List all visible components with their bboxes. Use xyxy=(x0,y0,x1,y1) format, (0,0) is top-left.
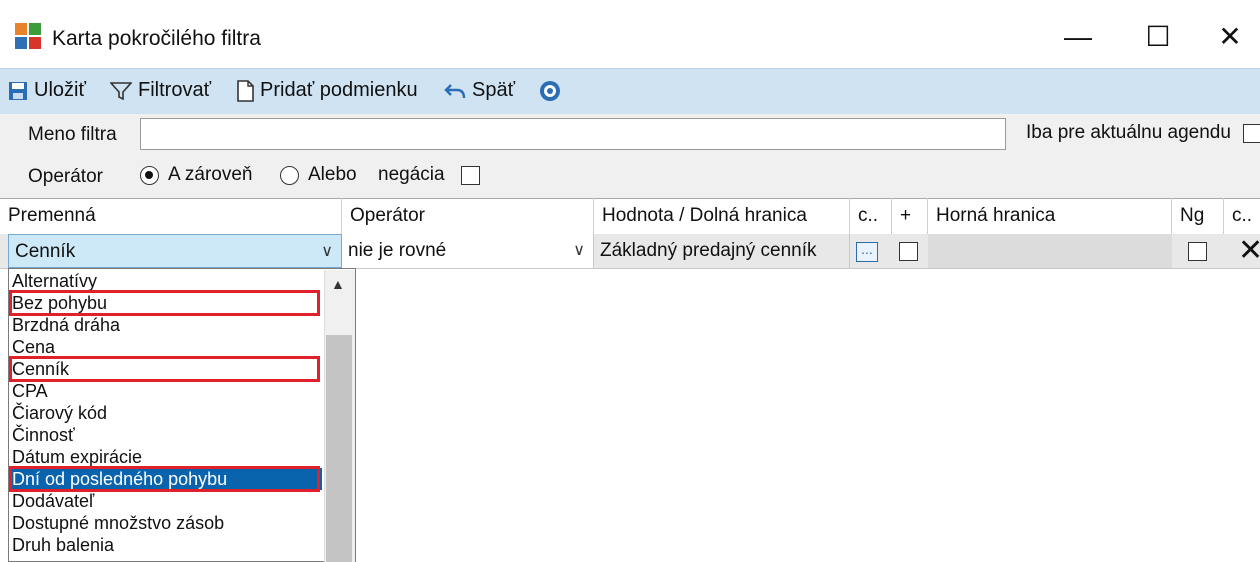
plus-checkbox[interactable] xyxy=(899,242,918,261)
scrollbar-thumb[interactable] xyxy=(326,335,352,562)
maximize-button[interactable]: ☐ xyxy=(1128,14,1188,60)
variable-value: Cenník xyxy=(15,241,76,262)
save-label: Uložiť xyxy=(34,79,86,101)
operator-label: Operátor xyxy=(28,166,103,187)
col-value[interactable]: Hodnota / Dolná hranica xyxy=(594,198,850,234)
list-item[interactable]: Brzdná dráha xyxy=(10,314,322,336)
operator-value: nie je rovné xyxy=(348,240,447,261)
upper-bound-cell[interactable] xyxy=(928,234,1172,268)
operator-combo[interactable]: nie je rovné ∨ xyxy=(342,234,594,268)
window-title: Karta pokročilého filtra xyxy=(52,27,261,50)
value-text: Základný predajný cenník xyxy=(600,240,817,261)
col-c1[interactable]: c.. xyxy=(850,198,892,234)
list-item[interactable]: Cena xyxy=(10,336,322,358)
variable-combo[interactable]: Cenník ∨ xyxy=(8,234,342,268)
save-button[interactable]: Uložiť xyxy=(8,79,86,102)
radio-and[interactable] xyxy=(140,166,159,185)
document-icon xyxy=(237,79,254,102)
list-item[interactable]: Dodávateľ xyxy=(10,490,322,512)
radio-and-label: A zároveň xyxy=(168,164,253,185)
chevron-down-icon[interactable]: ∨ xyxy=(573,234,585,268)
add-condition-button[interactable]: Pridať podmienku xyxy=(236,79,418,102)
filter-icon xyxy=(110,81,132,100)
value-cell[interactable]: Základný predajný cenník xyxy=(594,234,850,268)
list-item[interactable]: Alternatívy xyxy=(10,270,322,292)
close-icon: ✕ xyxy=(1218,21,1242,52)
list-item[interactable]: CPA xyxy=(10,380,322,402)
negation-label: negácia xyxy=(378,164,445,185)
ng-checkbox[interactable] xyxy=(1188,242,1207,261)
close-button[interactable]: ✕ xyxy=(1200,14,1260,60)
list-item[interactable]: Dostupné množstvo zásob xyxy=(10,512,322,534)
add-condition-label: Pridať podmienku xyxy=(260,79,418,101)
back-button[interactable]: Späť xyxy=(444,79,515,102)
app-icon xyxy=(14,22,42,50)
list-item[interactable]: Druh balenia xyxy=(10,534,322,556)
current-agenda-label: Iba pre aktuálnu agendu xyxy=(1026,122,1231,143)
col-variable[interactable]: Premenná xyxy=(0,198,342,234)
maximize-icon: ☐ xyxy=(1145,21,1171,52)
highlight-bez-pohybu xyxy=(9,290,320,316)
save-icon xyxy=(9,81,27,100)
list-item[interactable]: Činnosť xyxy=(10,424,322,446)
col-c2[interactable]: c.. xyxy=(1224,198,1260,234)
current-agenda-checkbox[interactable] xyxy=(1243,124,1260,143)
filter-label: Filtrovať xyxy=(138,79,212,101)
highlight-cennik xyxy=(9,356,320,382)
highlight-dni-od-posledneho-pohybu xyxy=(9,466,320,492)
filter-name-input[interactable] xyxy=(140,118,1006,150)
help-icon xyxy=(540,81,560,101)
filter-name-label: Meno filtra xyxy=(28,124,117,145)
filter-button[interactable]: Filtrovať xyxy=(110,79,211,102)
chevron-down-icon[interactable]: ∨ xyxy=(321,235,333,269)
list-item[interactable]: Dátum expirácie xyxy=(10,446,322,468)
col-operator[interactable]: Operátor xyxy=(342,198,594,234)
col-ng[interactable]: Ng xyxy=(1172,198,1224,234)
list-item[interactable]: Čiarový kód xyxy=(10,402,322,424)
delete-icon[interactable]: ✕ xyxy=(1238,234,1260,268)
help-button[interactable] xyxy=(538,79,562,103)
scroll-up-icon[interactable]: ▲ xyxy=(331,276,345,292)
minimize-button[interactable]: — xyxy=(1048,14,1108,60)
col-upper[interactable]: Horná hranica xyxy=(928,198,1172,234)
back-label: Späť xyxy=(472,79,516,101)
col-plus[interactable]: + xyxy=(892,198,928,234)
undo-icon xyxy=(444,83,466,98)
radio-or-label: Alebo xyxy=(308,164,357,185)
radio-or[interactable] xyxy=(280,166,299,185)
ellipsis-button[interactable]: ... xyxy=(856,242,878,262)
negation-checkbox[interactable] xyxy=(461,166,480,185)
minimize-icon: — xyxy=(1064,21,1092,52)
